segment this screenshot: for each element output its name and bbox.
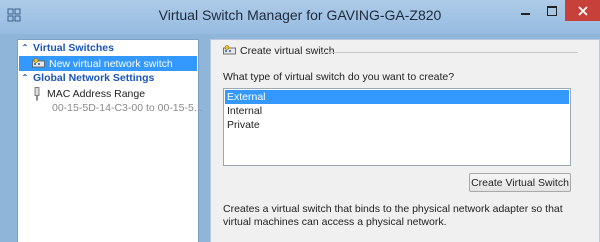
- option-internal[interactable]: Internal: [225, 104, 569, 118]
- minimize-icon: [521, 12, 530, 15]
- option-private[interactable]: Private: [225, 118, 569, 132]
- switch-type-description: Creates a virtual switch that binds to t…: [223, 203, 583, 229]
- section-header-global-network-settings[interactable]: ⌃ Global Network Settings: [19, 71, 155, 85]
- tree-item-new-virtual-network-switch[interactable]: New virtual network switch: [19, 56, 197, 71]
- description-line: virtual machines can access a physical n…: [223, 216, 447, 228]
- tree-item-label: MAC Address Range: [47, 88, 146, 100]
- maximize-icon: [547, 5, 557, 16]
- virtual-switch-icon: [32, 57, 45, 67]
- virtual-switch-icon: [223, 45, 236, 55]
- details-pane: Create virtual switch What type of virtu…: [210, 39, 600, 242]
- collapse-chevron-icon[interactable]: ⌃: [19, 74, 31, 82]
- section-header-virtual-switches[interactable]: ⌃ Virtual Switches: [19, 41, 114, 55]
- group-header-create-virtual-switch: Create virtual switch: [223, 45, 335, 57]
- collapse-chevron-icon[interactable]: ⌃: [19, 44, 31, 52]
- option-external[interactable]: External: [225, 90, 569, 104]
- switch-type-listbox[interactable]: External Internal Private: [223, 88, 571, 166]
- create-virtual-switch-button[interactable]: Create Virtual Switch: [469, 173, 571, 192]
- mac-address-range-value: 00-15-5D-14-C3-00 to 00-15-5...: [52, 102, 203, 114]
- description-line: Creates a virtual switch that binds to t…: [223, 203, 563, 215]
- group-divider: [320, 52, 578, 53]
- section-label: Virtual Switches: [33, 42, 114, 54]
- tree-item-label: New virtual network switch: [49, 57, 173, 70]
- virtual-switch-manager-window: Virtual Switch Manager for GAVING-GA-Z82…: [0, 0, 600, 242]
- window-title: Virtual Switch Manager for GAVING-GA-Z82…: [158, 7, 442, 23]
- title-bar[interactable]: Virtual Switch Manager for GAVING-GA-Z82…: [0, 0, 600, 34]
- minimize-button[interactable]: [512, 0, 539, 21]
- section-label: Global Network Settings: [33, 72, 155, 84]
- close-button[interactable]: [565, 0, 600, 21]
- navigation-pane: ⌃ Virtual Switches New virtual network s…: [17, 39, 203, 242]
- group-title: Create virtual switch: [240, 45, 335, 57]
- tree-item-mac-address-range[interactable]: MAC Address Range: [19, 87, 145, 101]
- maximize-button[interactable]: [539, 0, 565, 21]
- network-adapter-icon: [34, 87, 40, 101]
- close-icon: [577, 5, 588, 16]
- switch-type-question: What type of virtual switch do you want …: [223, 71, 455, 83]
